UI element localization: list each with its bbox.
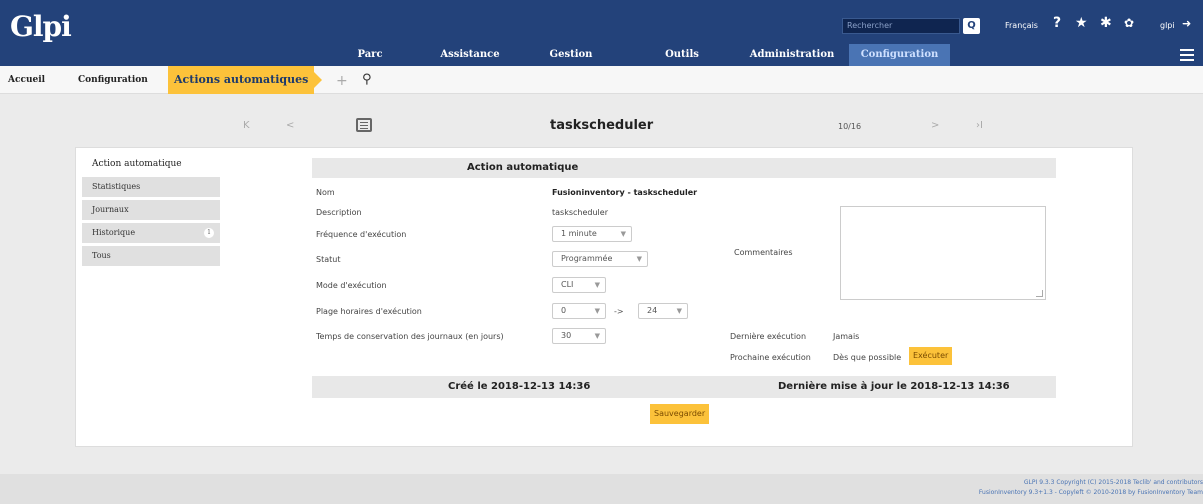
range-end-select[interactable]: 24 ▼ bbox=[638, 303, 688, 319]
bug-icon[interactable]: ✱ bbox=[1100, 15, 1112, 31]
global-search-input[interactable]: Rechercher bbox=[842, 18, 960, 34]
chevron-down-icon: ▼ bbox=[636, 255, 642, 263]
range-label: Plage horaires d'exécution bbox=[316, 307, 422, 316]
chevron-down-icon: ▼ bbox=[676, 307, 682, 315]
breadcrumb-configuration[interactable]: Configuration bbox=[78, 66, 148, 94]
chevron-down-icon: ▼ bbox=[620, 230, 626, 238]
main-panel: Action automatique Statistiques Journaux… bbox=[75, 147, 1133, 447]
retention-select[interactable]: 30 ▼ bbox=[552, 328, 606, 344]
search-icon[interactable]: Q bbox=[963, 18, 980, 34]
mode-select[interactable]: CLI ▼ bbox=[552, 277, 606, 293]
glpi-logo[interactable]: Glpi bbox=[10, 10, 72, 43]
tab-statistiques[interactable]: Statistiques bbox=[82, 177, 220, 197]
menu-configuration[interactable]: Configuration bbox=[849, 44, 950, 66]
tab-journaux[interactable]: Journaux bbox=[82, 200, 220, 220]
menu-assistance[interactable]: Assistance bbox=[432, 44, 508, 66]
execute-button[interactable]: Exécuter bbox=[909, 347, 953, 365]
range-arrow: -> bbox=[614, 307, 624, 316]
mode-value: CLI bbox=[561, 280, 574, 289]
tab-list: Action automatique Statistiques Journaux… bbox=[82, 154, 220, 269]
range-start-select[interactable]: 0 ▼ bbox=[552, 303, 606, 319]
tab-historique-label: Historique bbox=[92, 228, 136, 237]
language-selector[interactable]: Français bbox=[1005, 21, 1038, 30]
last-run-label: Dernière exécution bbox=[730, 332, 807, 341]
chevron-down-icon: ▼ bbox=[594, 332, 600, 340]
hamburger-menu-icon[interactable] bbox=[1180, 49, 1194, 64]
retention-label: Temps de conservation des journaux (en j… bbox=[316, 332, 504, 341]
status-select[interactable]: Programmée ▼ bbox=[552, 251, 648, 267]
comments-textarea[interactable] bbox=[840, 206, 1046, 300]
mode-label: Mode d'exécution bbox=[316, 281, 387, 290]
record-position: 10/16 bbox=[838, 122, 862, 131]
menu-parc[interactable]: Parc bbox=[340, 44, 400, 66]
retention-value: 30 bbox=[561, 331, 572, 340]
breadcrumb: Accueil Configuration Actions automatiqu… bbox=[0, 66, 1203, 94]
menu-administration[interactable]: Administration bbox=[742, 44, 842, 66]
name-label: Nom bbox=[316, 188, 335, 197]
page-footer: GLPI 9.3.3 Copyright (C) 2015-2018 Tecli… bbox=[0, 474, 1203, 504]
description-value: taskscheduler bbox=[552, 208, 608, 217]
gear-icon[interactable]: ✿ bbox=[1124, 16, 1134, 30]
add-icon[interactable]: + bbox=[336, 73, 348, 89]
chevron-down-icon: ▼ bbox=[594, 281, 600, 289]
range-end-value: 24 bbox=[647, 306, 658, 315]
breadcrumb-arrow bbox=[308, 66, 322, 94]
chevron-down-icon: ▼ bbox=[594, 307, 600, 315]
frequency-value: 1 minute bbox=[561, 229, 597, 238]
first-record-icon[interactable]: K bbox=[243, 120, 250, 131]
next-run-label: Prochaine exécution bbox=[730, 353, 811, 362]
last-run-value: Jamais bbox=[833, 332, 860, 341]
star-icon[interactable]: ★ bbox=[1075, 15, 1088, 31]
status-value: Programmée bbox=[561, 254, 613, 263]
historique-count-badge: 1 bbox=[204, 228, 214, 238]
range-start-value: 0 bbox=[561, 306, 567, 315]
next-run-value: Dès que possible bbox=[833, 353, 902, 362]
updated-date: Dernière mise à jour le 2018-12-13 14:36 bbox=[778, 381, 1010, 392]
top-header: Glpi Rechercher Q Français ? ★ ✱ ✿ glpi … bbox=[0, 0, 1203, 66]
frequency-label: Fréquence d'exécution bbox=[316, 230, 407, 239]
created-date: Créé le 2018-12-13 14:36 bbox=[448, 381, 591, 392]
name-value: Fusioninventory - taskscheduler bbox=[552, 188, 698, 197]
next-record-icon[interactable]: > bbox=[931, 120, 939, 131]
record-navigation: K < taskscheduler 10/16 > ›I bbox=[0, 112, 1203, 142]
save-button[interactable]: Sauvegarder bbox=[650, 404, 710, 424]
tab-historique[interactable]: Historique 1 bbox=[82, 223, 220, 243]
tab-action-automatique[interactable]: Action automatique bbox=[82, 154, 220, 174]
user-menu[interactable]: glpi bbox=[1160, 21, 1175, 30]
menu-outils[interactable]: Outils bbox=[656, 44, 708, 66]
help-icon[interactable]: ? bbox=[1053, 15, 1061, 31]
list-view-icon[interactable] bbox=[356, 118, 372, 132]
frequency-select[interactable]: 1 minute ▼ bbox=[552, 226, 632, 242]
main-menu: Parc Assistance Gestion Outils Administr… bbox=[0, 44, 1203, 66]
copyright-fusioninventory[interactable]: FusionInventory 9.3+1.3 - Copyleft © 201… bbox=[979, 488, 1203, 498]
tab-tous[interactable]: Tous bbox=[82, 246, 220, 266]
menu-gestion[interactable]: Gestion bbox=[536, 44, 606, 66]
logout-icon[interactable]: ➜ bbox=[1182, 17, 1191, 30]
copyright-glpi[interactable]: GLPI 9.3.3 Copyright (C) 2015-2018 Tecli… bbox=[979, 478, 1203, 488]
description-label: Description bbox=[316, 208, 362, 217]
breadcrumb-home[interactable]: Accueil bbox=[8, 66, 45, 94]
breadcrumb-current[interactable]: Actions automatiques bbox=[168, 66, 315, 94]
search-icon[interactable]: ⚲ bbox=[362, 72, 372, 87]
status-label: Statut bbox=[316, 255, 341, 264]
comments-label: Commentaires bbox=[734, 248, 793, 257]
prev-record-icon[interactable]: < bbox=[286, 120, 294, 131]
last-record-icon[interactable]: ›I bbox=[976, 120, 983, 131]
timestamps-row: Créé le 2018-12-13 14:36 Dernière mise à… bbox=[312, 376, 1056, 398]
cron-task-form: Action automatique Nom Fusioninventory -… bbox=[312, 158, 1056, 424]
form-header: Action automatique bbox=[312, 158, 1056, 178]
record-title: taskscheduler bbox=[550, 118, 654, 133]
copyright-text: GLPI 9.3.3 Copyright (C) 2015-2018 Tecli… bbox=[979, 478, 1203, 498]
